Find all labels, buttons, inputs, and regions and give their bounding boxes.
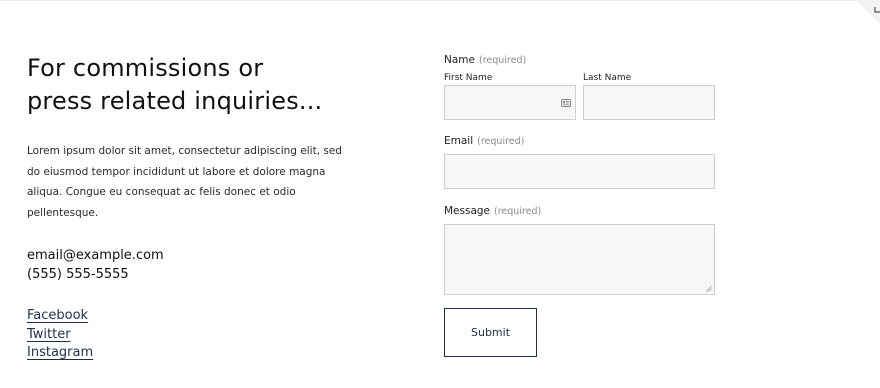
email-required: (required) (477, 136, 525, 147)
contact-email: email@example.com (27, 248, 164, 263)
first-name-group: First Name (444, 71, 576, 120)
contact-phone: (555) 555-5555 (27, 267, 129, 282)
top-divider (0, 0, 880, 1)
first-name-input[interactable] (444, 85, 576, 120)
message-group: Message (required) (444, 203, 716, 295)
last-name-label: Last Name (583, 73, 632, 83)
name-label: Name (required) (444, 54, 527, 66)
first-name-label: First Name (444, 73, 493, 83)
email-input[interactable] (444, 154, 715, 189)
intro-text: Lorem ipsum dolor sit amet, consectetur … (27, 145, 342, 219)
email-label: Email (required) (444, 135, 525, 147)
facebook-link[interactable]: Facebook (27, 307, 357, 326)
twitter-link[interactable]: Twitter (27, 326, 357, 345)
heading-line-2: press related inquiries... (27, 87, 323, 115)
contact-details: email@example.com (555) 555-5555 (27, 246, 357, 284)
contact-card-icon (561, 99, 571, 107)
email-group: Email (required) (444, 133, 716, 189)
message-textarea[interactable] (444, 224, 715, 295)
page-heading: For commissions or press related inquiri… (27, 52, 357, 118)
heading-line-1: For commissions or (27, 54, 264, 82)
message-required: (required) (494, 206, 542, 217)
submit-button[interactable]: Submit (444, 308, 537, 357)
instagram-link[interactable]: Instagram (27, 344, 357, 363)
name-fields: First Name Last Name (444, 71, 716, 120)
last-name-input[interactable] (583, 85, 715, 120)
contact-form: Name (required) First Name Last Name Emai… (444, 52, 716, 357)
name-required: (required) (478, 55, 527, 66)
resize-grip-icon[interactable] (705, 285, 712, 292)
message-label: Message (required) (444, 205, 542, 217)
contact-info: For commissions or press related inquiri… (27, 52, 357, 363)
corner-fold-icon (856, 0, 880, 24)
last-name-group: Last Name (583, 71, 715, 120)
social-links: Facebook Twitter Instagram (27, 307, 357, 363)
